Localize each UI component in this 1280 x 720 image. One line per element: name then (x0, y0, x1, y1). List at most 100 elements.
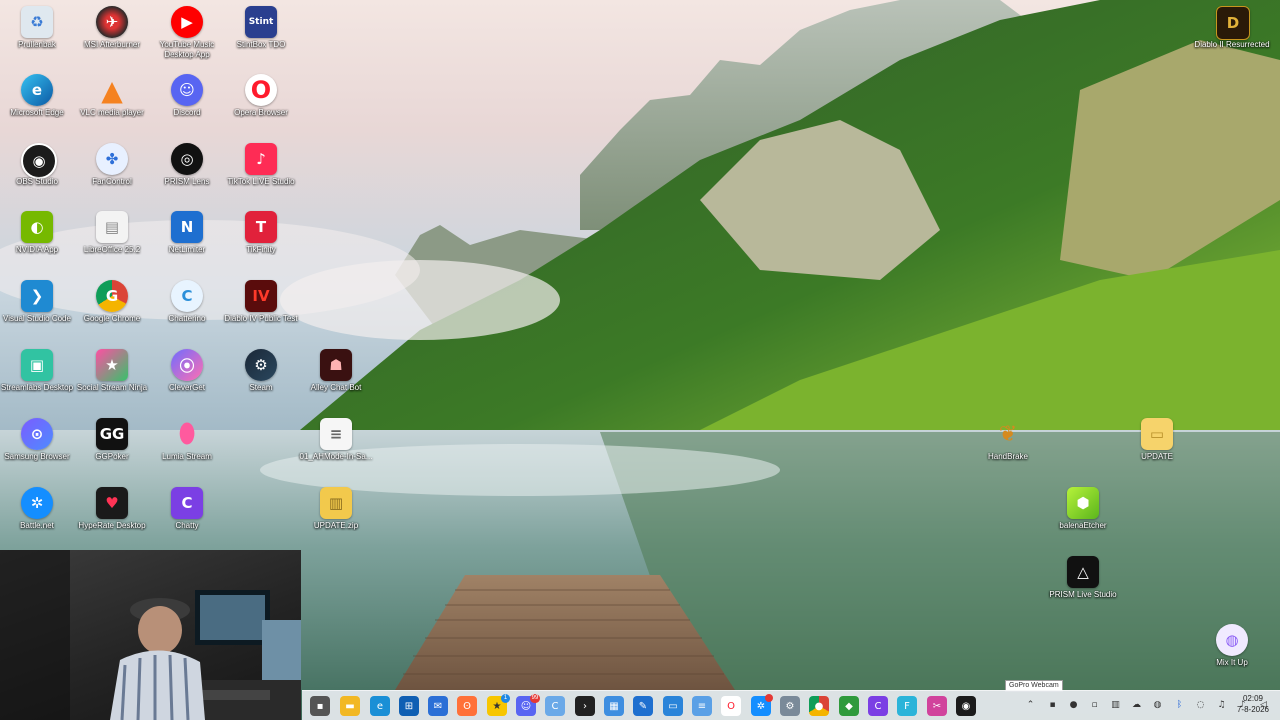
icon-label: HypeRate Desktop (78, 521, 146, 530)
desktop-icon-mix-it-up[interactable]: ◍ Mix It Up (1195, 620, 1269, 686)
network-icon[interactable]: ▥ (1110, 700, 1121, 711)
icon-label: TikTok LIVE Studio (227, 177, 295, 186)
desktop-icon-update-zip[interactable]: ▥ UPDATE.zip (299, 483, 373, 549)
desktop-icon-steam[interactable]: ⚙ Steam (224, 345, 298, 411)
bluetooth-icon[interactable]: ᛒ (1174, 700, 1185, 711)
desktop-icon-chrome[interactable]: G Google Chrome (75, 276, 149, 342)
desktop-icon-opera[interactable]: O Opera Browser (224, 70, 298, 136)
cloud-icon[interactable]: ☁ (1131, 700, 1142, 711)
cube-taskbar-icon[interactable]: ◆ (839, 696, 859, 716)
clock-date: 7-8-2026 (1236, 705, 1270, 714)
desktop-icon-handbrake[interactable]: ❦ HandBrake (971, 414, 1045, 480)
webcam-feed (0, 550, 301, 720)
tikfinity-taskbar-icon[interactable]: F (897, 696, 917, 716)
icon-label: Alley Chat Bot (310, 383, 362, 392)
edge-taskbar-icon[interactable]: e (370, 696, 390, 716)
desktop-icon-nvidia[interactable]: ◐ NVIDIA App (0, 207, 74, 273)
icon-label: Mix It Up (1216, 658, 1248, 667)
prism-icon: △ (1067, 556, 1099, 588)
desktop-icon-social-stream-ninja[interactable]: ★ Social Stream Ninja (75, 345, 149, 411)
desktop-icon-hyperate[interactable]: ♥ HypeRate Desktop (75, 483, 149, 549)
icon-label: Google Chrome (83, 314, 141, 323)
start-button[interactable]: ▪ (310, 696, 330, 716)
desktop-icon-discord[interactable]: ☺ Discord (150, 70, 224, 136)
desktop-icon-libreoffice[interactable]: ▤ LibreOffice 25.2 (75, 207, 149, 273)
desktop-icon-obs[interactable]: ◉ OBS Studio (0, 139, 74, 205)
tray-window-icon[interactable]: ▫ (1089, 700, 1100, 711)
desktop-icon-fancontrol[interactable]: ✤ FanControl (75, 139, 149, 205)
desktop-icon-netlimiter[interactable]: N NetLimiter (150, 207, 224, 273)
icon-label: PRISM Live Studio (1049, 590, 1117, 599)
icon-label: Visual Studio Code (3, 314, 71, 323)
steam-tray-icon[interactable]: ● (1068, 700, 1079, 711)
mail-icon[interactable]: ✉ (428, 696, 448, 716)
store-icon[interactable]: ⊞ (399, 696, 419, 716)
tray-app-icon[interactable]: ▪ (1047, 700, 1058, 711)
afterburner-icon: ✈ (96, 6, 128, 38)
desktop-icon-update-folder[interactable]: ▭ UPDATE (1120, 414, 1194, 480)
terminal-icon[interactable]: › (575, 696, 595, 716)
editor-icon[interactable]: ✎ (633, 696, 653, 716)
desktop-icon-recycle-bin[interactable]: ♻ Prullenbak (0, 2, 74, 68)
chatty-taskbar-icon[interactable]: C (868, 696, 888, 716)
desktop-icon-stintbox[interactable]: Stint StintBox TDO (224, 2, 298, 68)
microphone-icon[interactable]: ♫ (1216, 700, 1227, 711)
desktop-icon-vlc[interactable]: ▲ VLC media player (75, 70, 149, 136)
icon-label: Social Stream Ninja (76, 383, 148, 392)
discord-badge: 99 (530, 694, 540, 703)
volume-mixer-icon[interactable]: ◌ (1195, 700, 1206, 711)
desktop[interactable]: ♻ Prullenbak e Microsoft Edge ◉ OBS Stud… (0, 0, 1280, 720)
vlc-cone-icon: ▲ (101, 73, 123, 107)
settings-icon[interactable]: ⚙ (780, 696, 800, 716)
desktop-icon-samsung-browser[interactable]: ⊙ Samsung Browser (0, 414, 74, 480)
icon-label: OBS Studio (16, 177, 58, 186)
ggpoker-icon: GG (96, 418, 128, 450)
tikfinity-icon: T (245, 211, 277, 243)
icon-label: VLC media player (80, 108, 144, 117)
icon-label: StintBox TDO (236, 40, 286, 49)
opera-taskbar-icon[interactable]: O (721, 696, 741, 716)
tray-camera-icon[interactable]: ◍ (1152, 700, 1163, 711)
snipping-tool-icon[interactable]: ✂ (927, 696, 947, 716)
icon-label: LibreOffice 25.2 (83, 245, 141, 254)
photos-icon[interactable]: ▦ (604, 696, 624, 716)
opera-icon: O (245, 74, 277, 106)
desktop-icon-tikfinity[interactable]: T TikFinity (224, 207, 298, 273)
display-icon[interactable]: ▭ (663, 696, 683, 716)
desktop-icon-tiktok-live[interactable]: ♪ TikTok LIVE Studio (224, 139, 298, 205)
desktop-icon-ahmode-file[interactable]: ≡ 01_AHMode-In-Sa... (299, 414, 373, 480)
file-explorer-icon[interactable]: ▬ (340, 696, 360, 716)
desktop-icon-ggpoker[interactable]: GG GGPoker (75, 414, 149, 480)
text-file-icon: ≡ (320, 418, 352, 450)
desktop-icon-diablo4[interactable]: IV Diablo IV Public Test (224, 276, 298, 342)
fingerprint-icon: ◍ (1216, 624, 1248, 656)
desktop-icon-alley-chat-bot[interactable]: ☗ Alley Chat Bot (299, 345, 373, 411)
desktop-icon-youtube-music[interactable]: ▶ YouTube Music Desktop App (150, 2, 224, 68)
firefox-icon[interactable]: ʘ (457, 696, 477, 716)
chrome-taskbar-icon[interactable]: ● (809, 696, 829, 716)
icon-label: balenaEtcher (1059, 521, 1107, 530)
desktop-icon-chatty[interactable]: C Chatty (150, 483, 224, 549)
desktop-icon-lumia-stream[interactable]: ⬮ Lumia Stream (150, 414, 224, 480)
desktop-icon-chatterino[interactable]: C Chatterino (150, 276, 224, 342)
icon-label: Chatty (175, 521, 199, 530)
desktop-icon-prism-live[interactable]: △ PRISM Live Studio (1046, 552, 1120, 618)
heartbeat-icon: ♥ (96, 487, 128, 519)
desktop-icon-streamlabs[interactable]: ▣ Streamlabs Desktop (0, 345, 74, 411)
taskbar-clock[interactable]: 02:09 7-8-2026 (1230, 693, 1276, 715)
clock-time: 02:09 (1242, 694, 1264, 703)
zip-folder-icon: ▥ (320, 487, 352, 519)
obs-taskbar-icon[interactable]: ◉ (956, 696, 976, 716)
desktop-icon-battlenet[interactable]: ✲ Battle.net (0, 483, 74, 549)
desktop-icon-diablo2[interactable]: D Diablo II Resurrected (1194, 2, 1270, 68)
desktop-icon-edge[interactable]: e Microsoft Edge (0, 70, 74, 136)
desktop-icon-msi-afterburner[interactable]: ✈ MSI Afterburner (75, 2, 149, 68)
desktop-icon-balena-etcher[interactable]: ⬢ balenaEtcher (1046, 483, 1120, 549)
chevron-up-icon[interactable]: ⌃ (1025, 700, 1036, 711)
notepad-icon[interactable]: ≡ (692, 696, 712, 716)
chatterino-taskbar-icon[interactable]: C (545, 696, 565, 716)
desktop-icon-prism-lens[interactable]: ◎ PRISM Lens (150, 139, 224, 205)
desktop-icon-vscode[interactable]: ❯ Visual Studio Code (0, 276, 74, 342)
webcam-overlay (0, 550, 301, 720)
desktop-icon-cleverget[interactable]: ⦿ CleverGet (150, 345, 224, 411)
